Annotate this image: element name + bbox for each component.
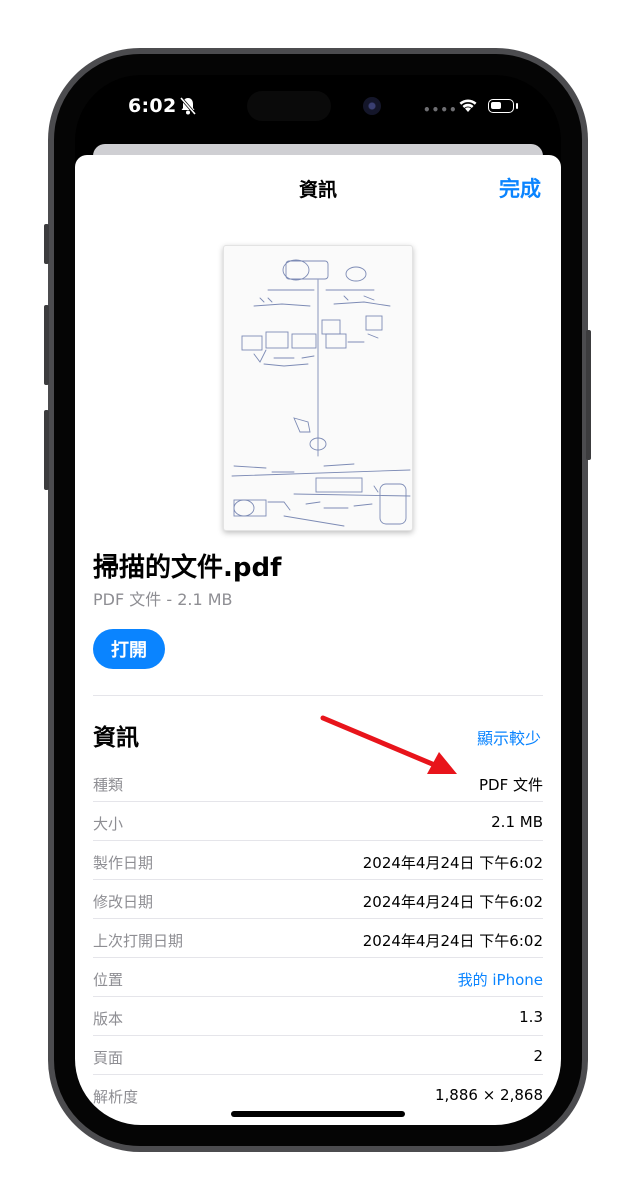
- info-row-label: 位置: [93, 971, 124, 989]
- location-link[interactable]: 我的 iPhone: [458, 969, 543, 990]
- front-camera: [363, 97, 381, 115]
- divider: [93, 695, 543, 696]
- info-row-location: 位置 我的 iPhone: [93, 958, 543, 997]
- info-row-version: 版本 1.3: [93, 997, 543, 1036]
- info-row-modified: 修改日期 2024年4月24日 下午6:02: [93, 880, 543, 919]
- info-row-value: PDF 文件: [479, 776, 543, 794]
- info-row-label: 製作日期: [93, 854, 154, 872]
- sheet-title: 資訊: [298, 179, 337, 201]
- info-sheet: 資訊 完成 掃描的文件.pdf PDF 文件 - 2.1 MB 打開 資訊 顯示…: [75, 155, 561, 1125]
- status-bar: 6:02 ••••: [75, 75, 561, 139]
- info-row-label: 大小: [93, 815, 124, 833]
- info-row-value: 1.3: [519, 1008, 543, 1026]
- battery-level: [491, 102, 501, 109]
- info-row-resolution: 解析度 1,886 × 2,868: [93, 1075, 543, 1114]
- battery-icon: [488, 99, 514, 113]
- info-row-value: 2: [533, 1047, 543, 1065]
- info-row-size: 大小 2.1 MB: [93, 802, 543, 841]
- cellular-signal-icon: ••••: [423, 103, 458, 117]
- bell-slash-icon: [179, 97, 197, 115]
- info-row-value: 2.1 MB: [491, 813, 543, 831]
- info-row-label: 解析度: [93, 1088, 139, 1106]
- show-less-link[interactable]: 顯示較少: [477, 725, 541, 749]
- screen: 6:02 •••• 資訊 完成 掃描的文件.pdf PDF 文件 - 2.1 M…: [75, 75, 561, 1125]
- handwritten-sketch-image: [231, 259, 411, 527]
- annotation-arrow-icon: [320, 715, 457, 774]
- info-row-label: 種類: [93, 776, 124, 794]
- info-row-value: 2024年4月24日 下午6:02: [362, 893, 543, 911]
- status-time: 6:02: [128, 95, 177, 117]
- info-row-value: 2024年4月24日 下午6:02: [362, 854, 543, 872]
- open-button[interactable]: 打開: [93, 629, 165, 669]
- power-button: [586, 330, 591, 460]
- info-row-last-opened: 上次打開日期 2024年4月24日 下午6:02: [93, 919, 543, 958]
- info-section-title: 資訊: [93, 725, 139, 751]
- action-button: [44, 224, 49, 264]
- volume-up-button: [44, 305, 49, 385]
- info-row-value: 2024年4月24日 下午6:02: [362, 932, 543, 950]
- file-type-size: PDF 文件 - 2.1 MB: [93, 590, 233, 609]
- info-row-pages: 頁面 2: [93, 1036, 543, 1075]
- document-thumbnail: [223, 245, 413, 531]
- info-row-label: 頁面: [93, 1049, 124, 1067]
- volume-down-button: [44, 410, 49, 490]
- wifi-icon: [459, 99, 477, 112]
- info-row-label: 版本: [93, 1010, 124, 1028]
- dynamic-island: [247, 91, 331, 121]
- info-row-created: 製作日期 2024年4月24日 下午6:02: [93, 841, 543, 880]
- info-row-label: 上次打開日期: [93, 932, 184, 950]
- home-indicator[interactable]: [231, 1111, 405, 1117]
- info-row-label: 修改日期: [93, 893, 154, 911]
- done-button[interactable]: 完成: [499, 173, 541, 203]
- battery-cap: [516, 103, 518, 109]
- info-row-value: 1,886 × 2,868: [435, 1086, 543, 1104]
- file-name: 掃描的文件.pdf: [93, 553, 282, 583]
